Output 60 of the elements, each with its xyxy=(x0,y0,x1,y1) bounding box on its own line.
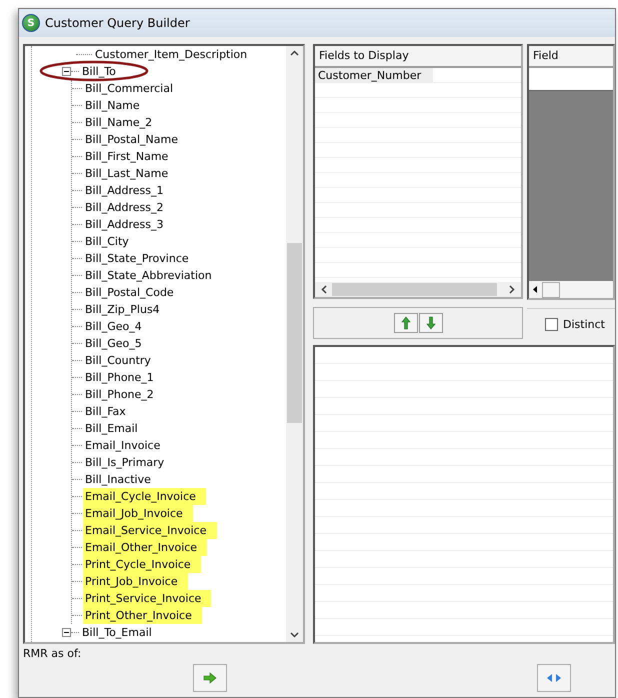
tree-item[interactable]: Bill_State_Abbreviation xyxy=(83,267,214,284)
tree-item[interactable]: Bill_Address_1 xyxy=(83,182,166,199)
tree-item[interactable]: Bill_Geo_5 xyxy=(83,335,144,352)
tree-item[interactable]: Bill_Last_Name xyxy=(83,165,170,182)
scroll-left-icon[interactable] xyxy=(533,286,538,294)
move-down-button[interactable] xyxy=(418,313,442,334)
scroll-down-icon[interactable] xyxy=(290,632,299,638)
tree-item[interactable]: Bill_State_Province xyxy=(83,250,191,267)
move-up-button[interactable] xyxy=(394,313,418,334)
tree-item[interactable]: Email_Service_Invoice xyxy=(83,522,216,539)
tree-item[interactable]: Bill_Fax xyxy=(83,403,128,420)
tree-item[interactable]: Bill_Name_2 xyxy=(83,114,154,131)
tree-item[interactable]: Bill_Zip_Plus4 xyxy=(83,301,162,318)
tree-item[interactable]: Bill_Address_3 xyxy=(83,216,166,233)
arrow-down-icon xyxy=(426,316,436,330)
scroll-left-icon[interactable] xyxy=(321,285,327,294)
tree-item[interactable]: Bill_Name xyxy=(83,97,142,114)
collapse-icon[interactable] xyxy=(62,67,71,76)
tree-item[interactable]: Bill_Is_Primary xyxy=(83,454,166,471)
scrollbar[interactable] xyxy=(315,282,521,298)
tree-item[interactable]: Bill_Address_2 xyxy=(83,199,166,216)
tree-item[interactable]: Email_Other_Invoice xyxy=(83,539,208,556)
tree-item[interactable]: Customer_Item_Description xyxy=(93,46,250,63)
tree-item[interactable]: Bill_City xyxy=(83,233,131,250)
scrollbar[interactable] xyxy=(529,281,613,298)
tree-item[interactable]: Email_Invoice xyxy=(83,437,162,454)
collapse-icon[interactable] xyxy=(62,628,71,637)
double-arrow-icon xyxy=(546,673,562,683)
tree-item[interactable]: Print_Job_Invoice xyxy=(83,573,188,590)
tree-item[interactable]: Bill_Inactive xyxy=(83,471,153,488)
swap-button[interactable] xyxy=(537,664,571,692)
scrollbar[interactable] xyxy=(286,46,303,642)
tree-item[interactable]: Bill_Country xyxy=(83,352,153,369)
tree-item[interactable]: Bill_Postal_Code xyxy=(83,284,176,301)
status-text: RMR as of: xyxy=(22,646,82,662)
tree-item[interactable]: Email_Job_Invoice xyxy=(83,505,193,522)
tree-item[interactable]: Bill_Postal_Name xyxy=(83,131,180,148)
tree-item[interactable]: Bill_Geo_4 xyxy=(83,318,144,335)
list-item[interactable]: Customer_Number xyxy=(315,68,434,83)
checkbox-label: Distinct xyxy=(563,318,605,331)
column-header: Field xyxy=(529,46,613,68)
window-title: Customer Query Builder xyxy=(45,16,190,30)
arrow-right-icon xyxy=(203,672,217,684)
tree-item[interactable]: Print_Cycle_Invoice xyxy=(83,556,201,573)
tree-item[interactable]: Bill_Phone_2 xyxy=(83,386,156,403)
tree-item[interactable]: Bill_To_Email xyxy=(80,624,154,641)
checkbox[interactable] xyxy=(545,318,558,331)
tree-item[interactable]: Bill_Phone_1 xyxy=(83,369,156,386)
arrow-up-icon xyxy=(400,316,410,330)
scroll-up-icon[interactable] xyxy=(290,50,299,56)
run-button[interactable] xyxy=(193,664,227,692)
tree-item[interactable]: Email_Cycle_Invoice xyxy=(83,488,206,505)
column-header: Fields to Display xyxy=(315,46,521,68)
tree-item[interactable]: Print_Service_Invoice xyxy=(83,590,212,607)
tree-item[interactable]: Bill_Email xyxy=(83,420,140,437)
app-icon: S xyxy=(22,14,40,32)
scroll-right-icon[interactable] xyxy=(509,285,515,294)
tree-item[interactable]: Bill_Commercial xyxy=(83,80,176,97)
tree-item[interactable]: Bill_First_Name xyxy=(83,148,170,165)
tree-item[interactable]: Print_Other_Invoice xyxy=(83,607,202,624)
